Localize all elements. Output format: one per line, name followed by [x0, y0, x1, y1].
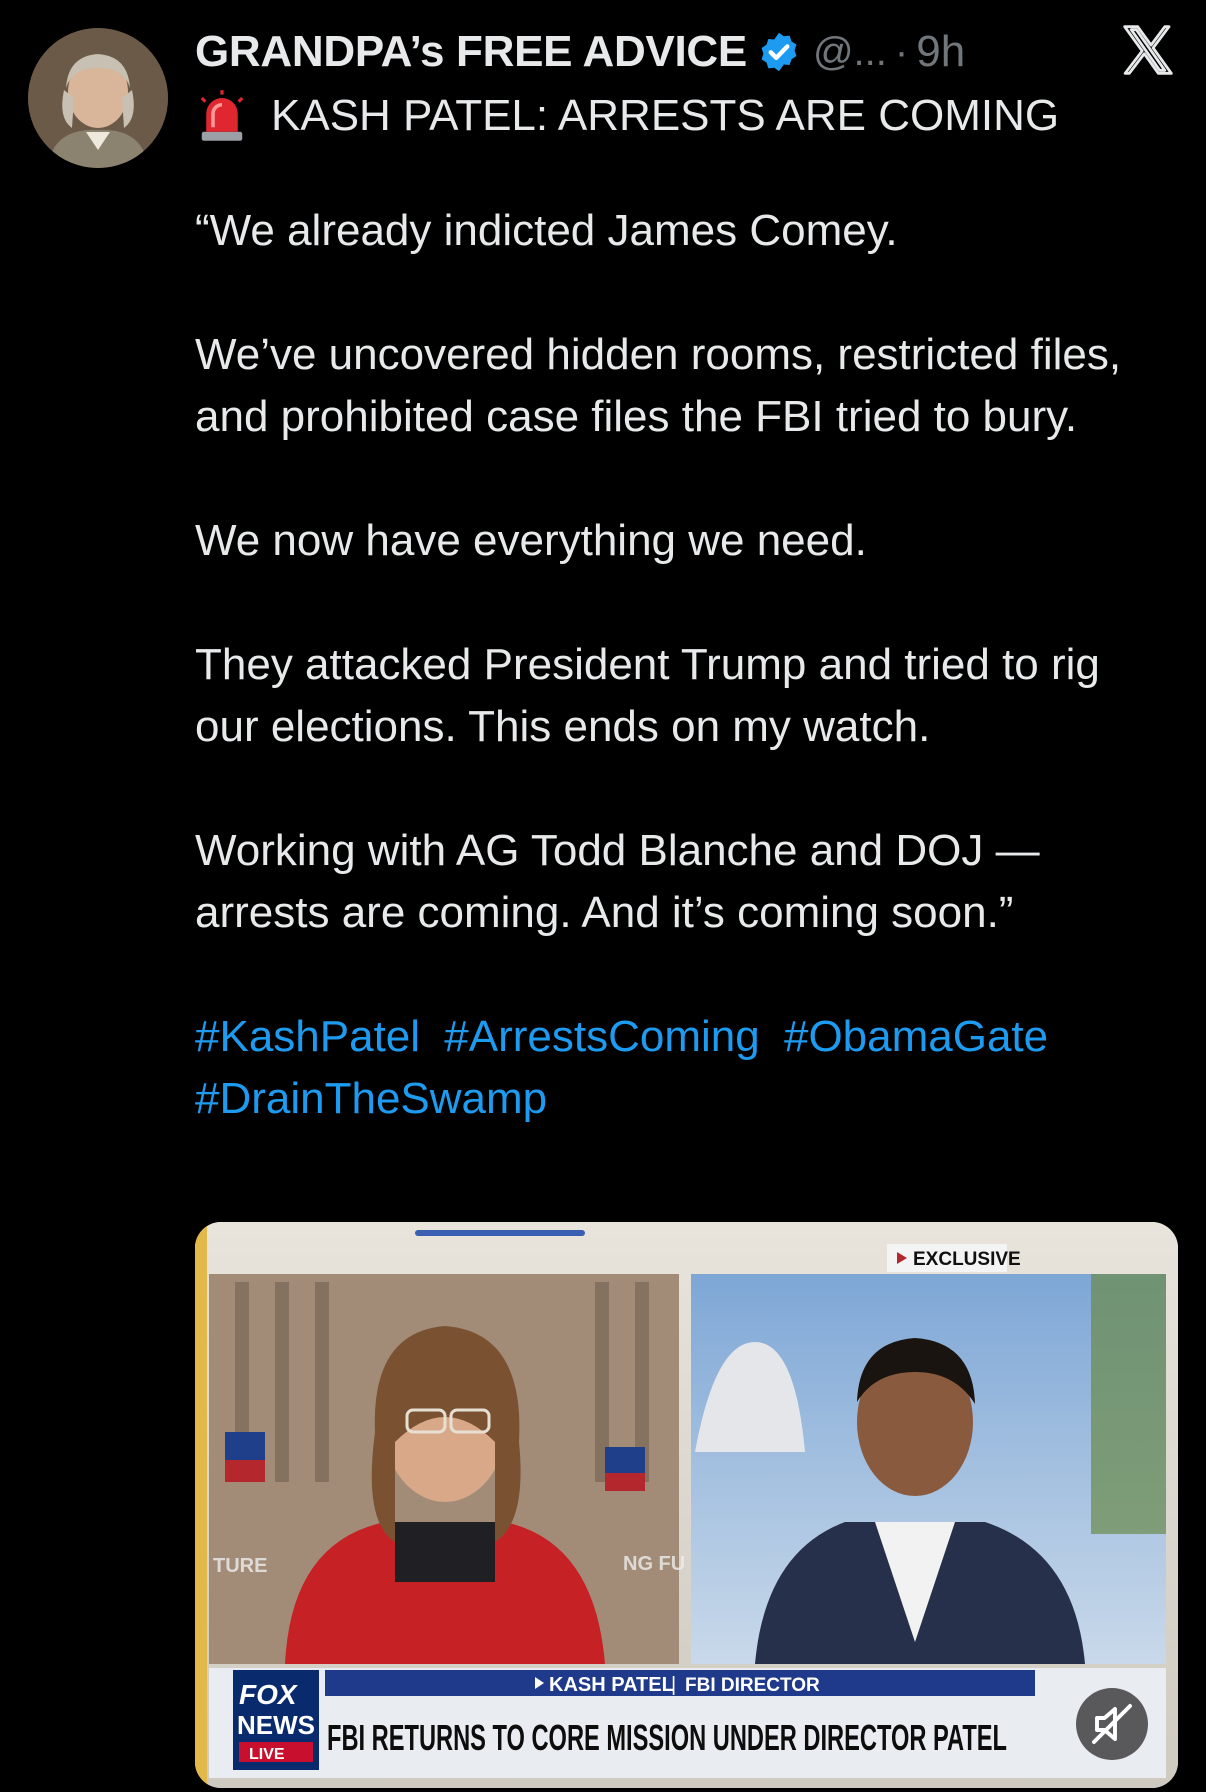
hashtag-link[interactable]: #ObamaGate [784, 1012, 1048, 1061]
avatar[interactable] [28, 28, 168, 168]
hashtag-link[interactable]: #DrainTheSwamp [195, 1074, 547, 1123]
tweet-body: “We already indicted James Comey. We’ve … [195, 200, 1170, 1130]
paragraph: “We already indicted James Comey. [195, 206, 898, 255]
hashtag-link[interactable]: #KashPatel [195, 1012, 420, 1061]
avatar-portrait [28, 28, 168, 168]
network-logo: FOX NEWS LIVE [233, 1670, 319, 1770]
network-logo-line1: FOX [239, 1679, 299, 1710]
lower-third-role: FBI DIRECTOR [685, 1675, 820, 1696]
tweet-header: GRANDPA’s FREE ADVICE @... · 9h [195, 22, 1176, 82]
lower-third-headline: FBI RETURNS TO CORE MISSION UNDER DIRECT… [327, 1717, 1007, 1758]
video-player[interactable]: EXCLUSIVE TURE NG FU KASH PATEL | FBI DI… [195, 1222, 1178, 1788]
tweet-headline: KASH PATEL: ARRESTS ARE COMING [195, 88, 1059, 144]
handle[interactable]: @... [813, 30, 887, 75]
exclusive-label: EXCLUSIVE [913, 1249, 1021, 1270]
network-logo-line2: NEWS [237, 1710, 315, 1740]
paragraph: They attacked President Trump and tried … [195, 640, 1100, 751]
paragraph: Working with AG Todd Blanche and DOJ — a… [195, 826, 1040, 937]
mute-button[interactable] [1076, 1688, 1148, 1760]
paragraph: We now have everything we need. [195, 516, 867, 565]
paragraph: We’ve uncovered hidden rooms, restricted… [195, 330, 1122, 441]
background-sign-text: TURE [213, 1555, 267, 1577]
mute-icon [1092, 1704, 1132, 1744]
hashtags: #KashPatel #ArrestsComing #ObamaGate #Dr… [195, 1006, 1170, 1130]
network-logo-line3: LIVE [249, 1746, 285, 1763]
lower-third-divider: | [671, 1674, 676, 1696]
display-name[interactable]: GRANDPA’s FREE ADVICE [195, 27, 747, 77]
video-frame: EXCLUSIVE TURE NG FU KASH PATEL | FBI DI… [195, 1222, 1178, 1788]
separator: · [894, 29, 909, 74]
siren-emoji-icon [200, 90, 244, 141]
x-logo-icon[interactable] [1120, 22, 1176, 78]
background-sign-text: NG FU [623, 1553, 685, 1575]
verified-badge-icon [761, 32, 797, 72]
headline-text: KASH PATEL: ARRESTS ARE COMING [271, 91, 1060, 140]
lower-third-name: KASH PATEL [549, 1674, 674, 1696]
hashtag-link[interactable]: #ArrestsComing [444, 1012, 759, 1061]
timestamp[interactable]: 9h [916, 27, 965, 77]
